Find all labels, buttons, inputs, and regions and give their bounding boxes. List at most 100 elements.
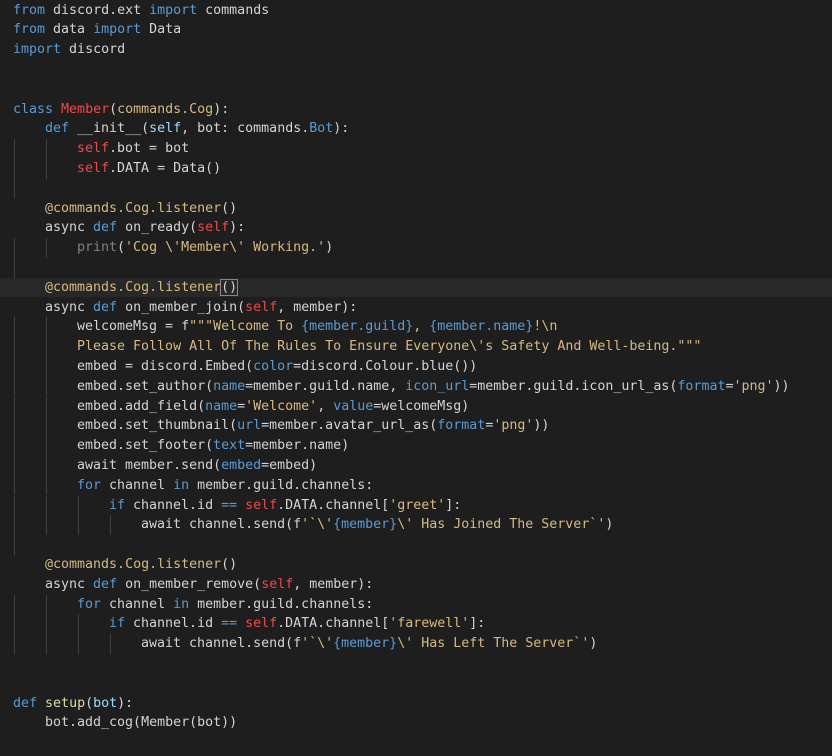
code-token: class <box>13 101 54 117</box>
code-token: .DATA.channel[ <box>277 497 390 513</box>
code-line[interactable]: print('Cog \'Member\' Working.') <box>0 238 832 258</box>
code-token: s Safety And Well-being.""" <box>485 339 702 355</box>
code-line[interactable]: async def on_member_join(self, member): <box>0 298 832 318</box>
code-line[interactable]: welcomeMsg = f"""Welcome To {member.guil… <box>0 317 832 338</box>
code-line[interactable] <box>0 60 832 80</box>
code-token: embed <box>221 457 262 473</box>
code-text: print('Cog \'Member\' Working.') <box>77 238 333 258</box>
code-token: self <box>245 497 278 513</box>
code-token: icon_url <box>405 378 470 394</box>
code-line[interactable]: embed.add_field(name='Welcome', value=we… <box>0 396 832 417</box>
code-token: from <box>13 2 46 18</box>
code-line[interactable]: class Member(commands.Cog): <box>0 100 832 120</box>
code-line[interactable]: @commands.Cog.listener() <box>0 555 832 575</box>
code-token: ) <box>605 517 614 533</box>
code-line[interactable]: for channel in member.guild.channels: <box>0 594 832 615</box>
code-text: import discord <box>13 40 125 60</box>
indent-guide <box>78 614 79 635</box>
code-token: channel.id <box>125 616 222 632</box>
code-token: 'png' <box>493 418 534 434</box>
indent-guide <box>14 257 15 278</box>
code-token: \' <box>317 517 334 533</box>
code-line[interactable]: from discord.ext import commands <box>0 1 832 21</box>
code-line[interactable]: if channel.id == self.DATA.channel['fare… <box>0 614 832 635</box>
code-text: def setup(bot): <box>13 694 133 714</box>
code-token: \' <box>469 339 486 355</box>
code-token: 'png' <box>733 378 774 394</box>
indent-guide <box>46 594 47 615</box>
indent-guide <box>14 495 15 516</box>
indent-guide <box>46 356 47 377</box>
code-token: await channel.send(f <box>141 517 302 533</box>
indent-guide <box>46 495 47 516</box>
code-token: embed = discord.Embed( <box>77 358 254 374</box>
code-token: 'Cog \'Member\' Working.' <box>125 240 326 256</box>
code-line[interactable]: import discord <box>0 40 832 60</box>
indent-guide <box>14 317 15 338</box>
code-token: setup <box>45 695 86 711</box>
code-line[interactable]: @commands.Cog.listener() <box>0 277 832 298</box>
code-token: format <box>677 378 726 394</box>
code-line[interactable]: @commands.Cog.listener() <box>0 199 832 219</box>
code-token: () <box>221 556 238 572</box>
code-line[interactable]: for channel in member.guild.channels: <box>0 475 832 496</box>
code-token: == <box>221 497 238 513</box>
code-text: embed.set_author(name=member.guild.name,… <box>77 377 790 397</box>
code-line[interactable]: embed.set_thumbnail(url=member.avatar_ur… <box>0 416 832 437</box>
code-line[interactable]: Please Follow All Of The Rules To Ensure… <box>0 337 832 357</box>
code-token: async <box>45 299 94 315</box>
code-line[interactable]: embed.set_author(name=member.guild.name,… <box>0 376 832 397</box>
code-token: ( <box>109 101 118 117</box>
indent-guide <box>78 515 79 536</box>
code-editor[interactable]: from discord.ext import commands from dat… <box>0 0 832 756</box>
code-line[interactable] <box>0 674 832 694</box>
code-line[interactable]: embed = discord.Embed(color=discord.Colo… <box>0 356 832 377</box>
code-line[interactable]: if channel.id == self.DATA.channel['gree… <box>0 495 832 516</box>
code-token: on_member_join( <box>117 299 246 315</box>
code-text: @commands.Cog.listener() <box>45 199 237 219</box>
code-line[interactable]: self.DATA = Data() <box>0 158 832 179</box>
code-token: embed.set_thumbnail( <box>77 418 238 434</box>
code-text: @commands.Cog.listener() <box>45 555 237 575</box>
code-token: \' <box>317 636 334 652</box>
code-token: () <box>220 278 239 296</box>
code-token: )) <box>533 418 550 434</box>
code-token: self <box>245 616 278 632</box>
code-token: from <box>13 22 46 38</box>
code-text: embed.set_thumbnail(url=member.avatar_ur… <box>77 416 549 436</box>
code-line[interactable] <box>0 535 832 555</box>
code-line[interactable]: def setup(bot): <box>0 694 832 714</box>
code-line[interactable]: bot.add_cog(Member(bot)) <box>0 713 832 733</box>
indent-guide <box>46 158 47 179</box>
code-text: Please Follow All Of The Rules To Ensure… <box>77 337 701 357</box>
code-token: , <box>413 319 430 335</box>
code-line[interactable]: async def on_ready(self): <box>0 218 832 238</box>
code-line[interactable]: await channel.send(f'`\'{member}\' Has J… <box>0 515 832 536</box>
indent-guide <box>14 376 15 397</box>
code-line[interactable] <box>0 654 832 674</box>
code-token: ) <box>325 240 334 256</box>
indent-guide <box>46 436 47 456</box>
indent-guide <box>78 634 79 654</box>
code-token: , bot: commands. <box>181 121 310 137</box>
code-line[interactable]: self.bot = bot <box>0 139 832 159</box>
code-line[interactable]: from data import Data <box>0 20 832 40</box>
code-line[interactable]: def __init__(self, bot: commands.Bot): <box>0 119 832 139</box>
code-token: =discord.Colour.blue()) <box>293 358 478 374</box>
code-text: welcomeMsg = f"""Welcome To {member.guil… <box>77 317 557 337</box>
code-token: ) <box>589 636 598 652</box>
code-line[interactable]: await channel.send(f'`\'{member}\' Has L… <box>0 634 832 654</box>
indent-guide <box>46 337 47 357</box>
indent-guide <box>46 416 47 437</box>
code-line[interactable] <box>0 178 832 199</box>
code-token: self <box>261 576 294 592</box>
code-line[interactable]: embed.set_footer(text=member.name) <box>0 436 832 456</box>
code-text: bot.add_cog(Member(bot)) <box>45 713 237 733</box>
code-token: in <box>173 596 190 612</box>
code-line[interactable]: await member.send(embed=embed) <box>0 455 832 476</box>
code-line[interactable]: async def on_member_remove(self, member)… <box>0 575 832 595</box>
code-token: self <box>197 220 230 236</box>
code-line[interactable] <box>0 257 832 278</box>
code-line[interactable] <box>0 80 832 100</box>
